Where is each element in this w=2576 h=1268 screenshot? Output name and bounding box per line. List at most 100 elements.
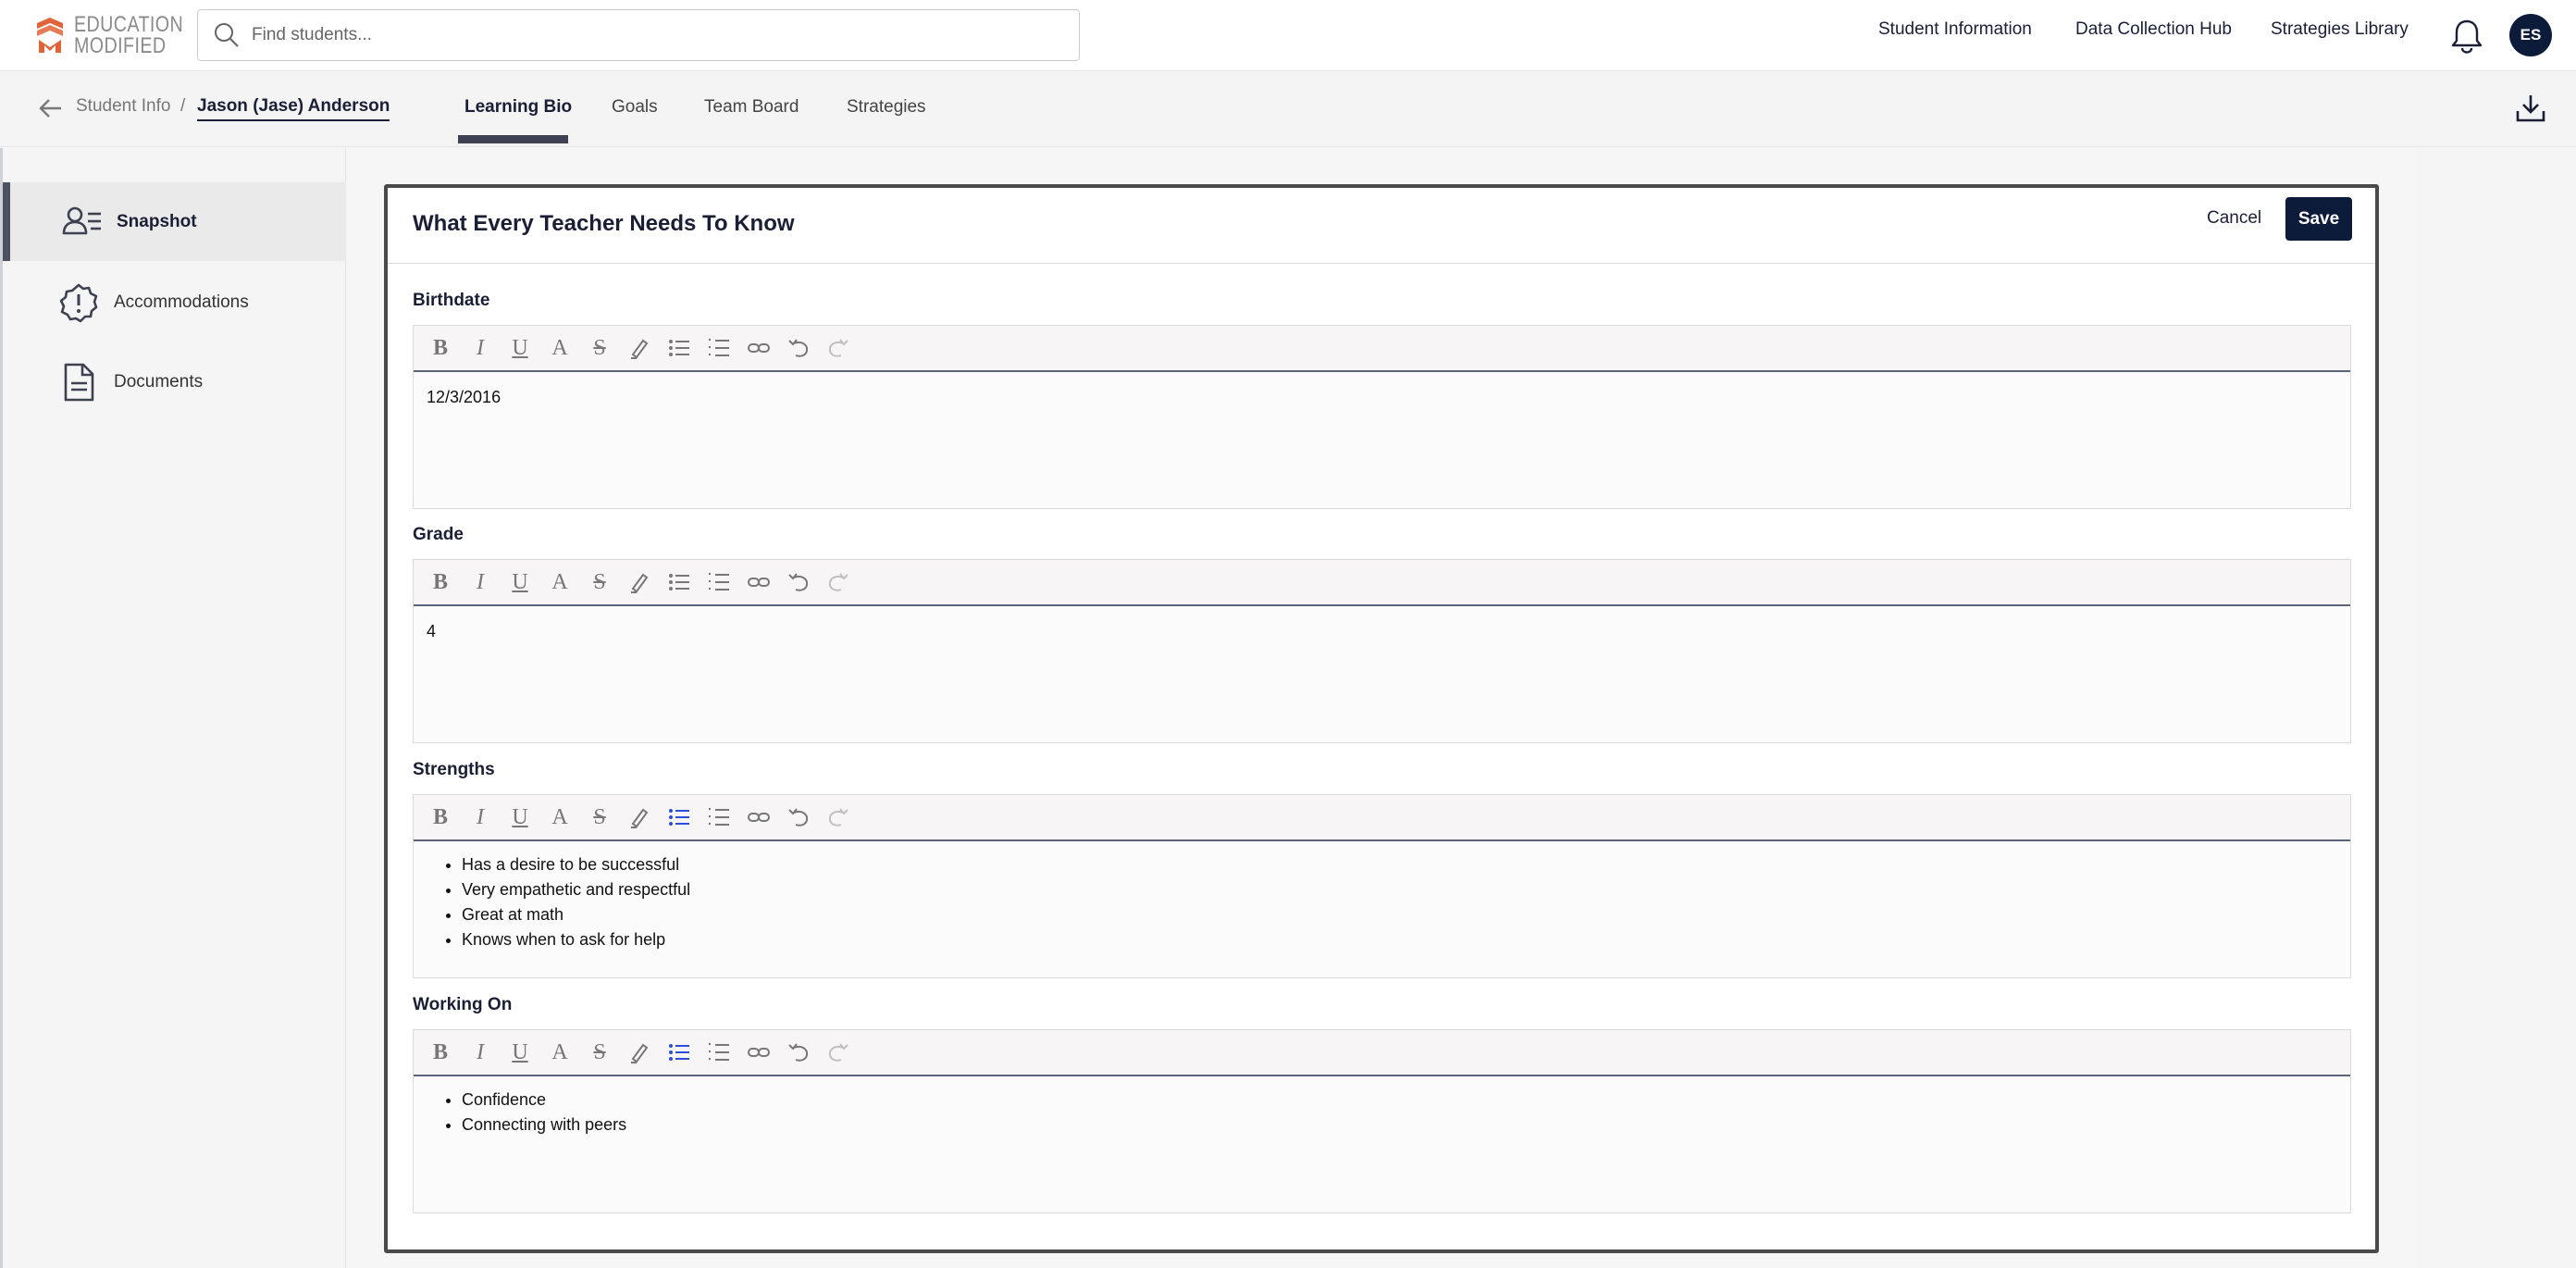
working-on-content[interactable]: Confidence Connecting with peers (414, 1076, 2350, 1212)
bell-icon[interactable] (2450, 19, 2483, 54)
underline-icon[interactable]: U (506, 568, 534, 596)
bullet-list-icon[interactable] (665, 334, 693, 362)
redo-icon[interactable] (824, 1038, 852, 1066)
italic-icon[interactable]: I (466, 1038, 494, 1066)
grade-value[interactable]: 4 (414, 606, 2350, 742)
tab-team-board[interactable]: Team Board (704, 97, 799, 118)
list-item: Connecting with peers (462, 1113, 2337, 1137)
strikethrough-icon[interactable]: S (586, 568, 613, 596)
font-color-icon[interactable]: A (546, 334, 574, 362)
back-arrow-icon[interactable] (37, 94, 65, 122)
editor-toolbar: B I U A S (414, 326, 2350, 372)
logo-text: EDUCATION MODIFIED (74, 12, 184, 58)
bullet-list-icon[interactable] (665, 1038, 693, 1066)
italic-icon[interactable]: I (466, 334, 494, 362)
grade-editor[interactable]: B I U A S 4 (413, 559, 2351, 743)
list-item: Has a desire to be successful (462, 852, 2337, 877)
nav-student-information[interactable]: Student Information (1878, 19, 2032, 40)
strikethrough-icon[interactable]: S (586, 1038, 613, 1066)
strikethrough-icon[interactable]: S (586, 803, 613, 831)
numbered-list-icon[interactable] (705, 1038, 733, 1066)
sub-header: Student Info / Jason (Jase) Anderson Lea… (0, 72, 2576, 147)
bold-icon[interactable]: B (427, 1038, 454, 1066)
logo-line-2: MODIFIED (74, 33, 167, 58)
working-on-editor[interactable]: B I U A S Confidence Connecting with pee… (413, 1029, 2351, 1213)
birthdate-value[interactable]: 12/3/2016 (414, 372, 2350, 508)
highlight-icon[interactable] (625, 334, 653, 362)
user-avatar[interactable]: ES (2509, 14, 2552, 56)
undo-icon[interactable] (785, 568, 812, 596)
editor-toolbar: B I U A S (414, 560, 2350, 606)
numbered-list-icon[interactable] (705, 803, 733, 831)
save-button[interactable]: Save (2285, 197, 2352, 241)
strikethrough-icon[interactable]: S (586, 334, 613, 362)
redo-icon[interactable] (824, 334, 852, 362)
breadcrumb-separator: / (180, 96, 186, 116)
birthdate-label: Birthdate (413, 291, 490, 310)
working-on-label: Working On (413, 995, 513, 1014)
italic-icon[interactable]: I (466, 803, 494, 831)
birthdate-editor[interactable]: B I U A S 12/3/2016 (413, 325, 2351, 509)
bold-icon[interactable]: B (427, 334, 454, 362)
underline-icon[interactable]: U (506, 1038, 534, 1066)
font-color-icon[interactable]: A (546, 1038, 574, 1066)
nav-strategies-library[interactable]: Strategies Library (2271, 19, 2409, 40)
sidebar-item-snapshot[interactable]: Snapshot (3, 182, 346, 261)
redo-icon[interactable] (824, 568, 852, 596)
nav-data-collection-hub[interactable]: Data Collection Hub (2075, 19, 2232, 40)
undo-icon[interactable] (785, 334, 812, 362)
app-logo[interactable]: EDUCATION MODIFIED (35, 12, 207, 58)
undo-icon[interactable] (785, 1038, 812, 1066)
link-icon[interactable] (745, 803, 773, 831)
strengths-content[interactable]: Has a desire to be successful Very empat… (414, 841, 2350, 977)
tab-learning-bio[interactable]: Learning Bio (464, 97, 572, 118)
card-title: What Every Teacher Needs To Know (413, 211, 795, 236)
link-icon[interactable] (745, 1038, 773, 1066)
tab-goals[interactable]: Goals (612, 97, 658, 118)
link-icon[interactable] (745, 568, 773, 596)
bullet-list-icon[interactable] (665, 803, 693, 831)
breadcrumb-current: Jason (Jase) Anderson (197, 96, 390, 121)
highlight-icon[interactable] (625, 1038, 653, 1066)
numbered-list-icon[interactable] (705, 334, 733, 362)
download-icon[interactable] (2515, 93, 2546, 124)
grade-label: Grade (413, 525, 464, 544)
search-box[interactable] (197, 9, 1080, 61)
person-list-icon (62, 206, 101, 234)
bold-icon[interactable]: B (427, 803, 454, 831)
undo-icon[interactable] (785, 803, 812, 831)
document-icon (64, 363, 94, 401)
link-icon[interactable] (745, 334, 773, 362)
list-item: Confidence (462, 1088, 2337, 1113)
breadcrumb-root[interactable]: Student Info (76, 96, 170, 117)
logo-line-1: EDUCATION (74, 12, 184, 37)
sidebar-item-label: Accommodations (114, 292, 249, 312)
redo-icon[interactable] (824, 803, 852, 831)
list-item: Knows when to ask for help (462, 927, 2337, 952)
alert-badge-icon (59, 283, 98, 322)
italic-icon[interactable]: I (466, 568, 494, 596)
numbered-list-icon[interactable] (705, 568, 733, 596)
sidebar-item-accommodations[interactable]: Accommodations (3, 263, 346, 342)
tab-strategies[interactable]: Strategies (847, 97, 926, 118)
list-item: Great at math (462, 902, 2337, 927)
bullet-list-icon[interactable] (665, 568, 693, 596)
highlight-icon[interactable] (625, 803, 653, 831)
cancel-button[interactable]: Cancel (2207, 208, 2261, 229)
underline-icon[interactable]: U (506, 803, 534, 831)
underline-icon[interactable]: U (506, 334, 534, 362)
search-input[interactable] (252, 25, 1047, 45)
bold-icon[interactable]: B (427, 568, 454, 596)
sidebar-item-label: Documents (114, 371, 204, 392)
strengths-list: Has a desire to be successful Very empat… (427, 852, 2337, 952)
sidebar-item-documents[interactable]: Documents (3, 342, 346, 421)
search-icon (215, 23, 239, 47)
editor-toolbar: B I U A S (414, 795, 2350, 841)
font-color-icon[interactable]: A (546, 568, 574, 596)
strengths-editor[interactable]: B I U A S Has a desire to be successful … (413, 794, 2351, 978)
list-item: Very empathetic and respectful (462, 877, 2337, 902)
font-color-icon[interactable]: A (546, 803, 574, 831)
highlight-icon[interactable] (625, 568, 653, 596)
sidebar: Snapshot Accommodations Documents (0, 148, 346, 1268)
working-on-list: Confidence Connecting with peers (427, 1088, 2337, 1137)
